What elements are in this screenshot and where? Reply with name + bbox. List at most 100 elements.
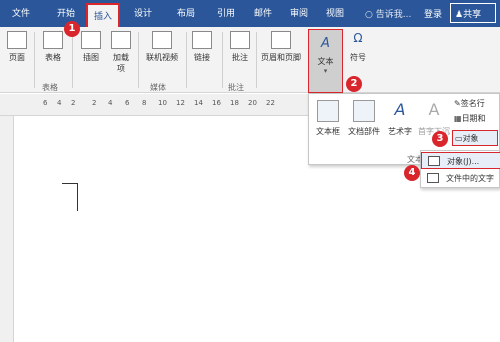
- tell-me-field[interactable]: ○ 告诉我...: [365, 7, 411, 20]
- table-label: 表格: [45, 53, 61, 62]
- date-time-button[interactable]: ▦日期和: [454, 113, 486, 124]
- illustrations-button[interactable]: 插图: [80, 31, 102, 63]
- group-table-label: 表格: [42, 83, 58, 92]
- tab-references[interactable]: 引用: [217, 6, 235, 19]
- file-text-icon: [427, 173, 439, 183]
- tab-view[interactable]: 视图: [326, 6, 344, 19]
- online-video-button[interactable]: 联机视频: [141, 31, 183, 63]
- text-button[interactable]: A 文本 ▾: [308, 29, 343, 93]
- ribbon-divider: [72, 32, 73, 88]
- text-cursor: [77, 183, 78, 211]
- link-icon: [192, 31, 212, 49]
- vertical-ruler: [0, 116, 14, 342]
- addins-label: 加载 项: [113, 53, 129, 73]
- ribbon-divider: [186, 32, 187, 88]
- ruler-tick: 6: [125, 99, 130, 107]
- object-button[interactable]: ▭对象: [452, 130, 498, 146]
- pages-label: 页面: [9, 53, 25, 62]
- header-footer-icon: [271, 31, 291, 49]
- ruler-tick: 6: [43, 99, 48, 107]
- ruler-tick: 22: [266, 99, 275, 107]
- signature-label: 签名行: [460, 99, 485, 108]
- links-button[interactable]: 链接: [190, 31, 214, 63]
- ribbon-divider: [222, 32, 223, 88]
- pages-icon: [7, 31, 27, 49]
- illustrations-icon: [81, 31, 101, 49]
- symbol-button[interactable]: Ω 符号: [346, 31, 370, 63]
- header-footer-label: 页眉和页脚: [261, 53, 301, 62]
- object-icon: ▭: [455, 134, 463, 143]
- step-badge: 3: [432, 131, 448, 147]
- login-button[interactable]: 登录: [424, 7, 442, 20]
- ribbon-divider: [138, 32, 139, 88]
- tab-file[interactable]: 文件: [12, 6, 30, 19]
- object-submenu: 对象(J)... 文件中的文字: [420, 150, 500, 188]
- addins-button[interactable]: 加载 项: [110, 31, 132, 74]
- wordart-icon: A: [394, 100, 406, 119]
- signature-icon: ✎: [454, 99, 461, 108]
- textbox-button[interactable]: 文本框: [315, 100, 341, 137]
- omega-icon: Ω: [353, 31, 363, 45]
- ruler-tick: 4: [57, 99, 62, 107]
- text-from-file-label: 文件中的文字: [446, 174, 494, 183]
- links-label: 链接: [194, 53, 210, 62]
- ruler-tick: 16: [212, 99, 221, 107]
- quick-parts-icon: [353, 100, 375, 122]
- ruler-tick: 10: [158, 99, 167, 107]
- wordart-label: 艺术字: [388, 127, 412, 136]
- ruler-tick: 20: [248, 99, 257, 107]
- ruler-tick: 2: [92, 99, 97, 107]
- dropcap-icon: A: [428, 100, 440, 119]
- tell-me-label: 告诉我...: [375, 10, 412, 20]
- step-badge: 1: [64, 21, 80, 37]
- table-button[interactable]: 表格: [40, 31, 66, 63]
- ruler-tick: 2: [71, 99, 76, 107]
- illustrations-label: 插图: [83, 53, 99, 62]
- insert-object-label: 对象(J)...: [447, 157, 480, 166]
- chevron-down-icon: ▾: [323, 67, 328, 75]
- header-footer-button[interactable]: 页眉和页脚: [258, 31, 304, 63]
- addins-icon: [111, 31, 131, 49]
- ribbon-divider: [34, 32, 35, 88]
- wordart-button[interactable]: A 艺术字: [385, 100, 415, 137]
- signature-line-button[interactable]: ✎签名行: [454, 98, 485, 109]
- tab-mailings[interactable]: 邮件: [254, 6, 272, 19]
- share-button[interactable]: ♟共享: [450, 3, 496, 23]
- margin-mark: [62, 183, 77, 184]
- calendar-icon: ▦: [454, 114, 462, 123]
- video-icon: [152, 31, 172, 49]
- tab-review[interactable]: 审阅: [290, 6, 308, 19]
- quick-parts-label: 文档部件: [348, 127, 380, 136]
- ruler-tick: 8: [142, 99, 147, 107]
- comment-icon: [230, 31, 250, 49]
- comment-button[interactable]: 批注: [228, 31, 252, 63]
- text-from-file-item[interactable]: 文件中的文字: [421, 170, 500, 187]
- step-badge: 2: [346, 76, 362, 92]
- table-icon: [43, 31, 63, 49]
- ruler-tick: 4: [108, 99, 113, 107]
- object-icon: [428, 156, 440, 166]
- group-comment-label: 批注: [228, 83, 244, 92]
- text-icon: A: [321, 36, 330, 51]
- bulb-icon: ○: [365, 10, 373, 20]
- symbol-label: 符号: [350, 53, 366, 62]
- online-video-label: 联机视频: [146, 53, 178, 62]
- tab-layout[interactable]: 布局: [177, 6, 195, 19]
- textbox-icon: [317, 100, 339, 122]
- person-icon: ♟: [455, 10, 464, 20]
- tab-insert[interactable]: 插入: [86, 3, 121, 27]
- tab-home[interactable]: 开始: [57, 6, 75, 19]
- comment-label: 批注: [232, 53, 248, 62]
- text-label: 文本: [317, 57, 334, 66]
- dropcap-button[interactable]: A 首字下沉: [417, 100, 451, 137]
- quick-parts-button[interactable]: 文档部件: [345, 100, 383, 137]
- insert-object-item[interactable]: 对象(J)...: [421, 152, 500, 169]
- pages-button[interactable]: 页面: [6, 31, 28, 63]
- tab-design[interactable]: 设计: [134, 6, 152, 19]
- ribbon: 页面 表格 插图 加载 项 联机视频 链接 批注 页眉和页脚 Ω 符号 表格 媒体…: [0, 27, 500, 93]
- textbox-label: 文本框: [316, 127, 340, 136]
- share-label: 共享: [463, 10, 482, 20]
- ruler-tick: 14: [194, 99, 203, 107]
- object-label: 对象: [462, 134, 479, 143]
- ruler-tick: 12: [176, 99, 185, 107]
